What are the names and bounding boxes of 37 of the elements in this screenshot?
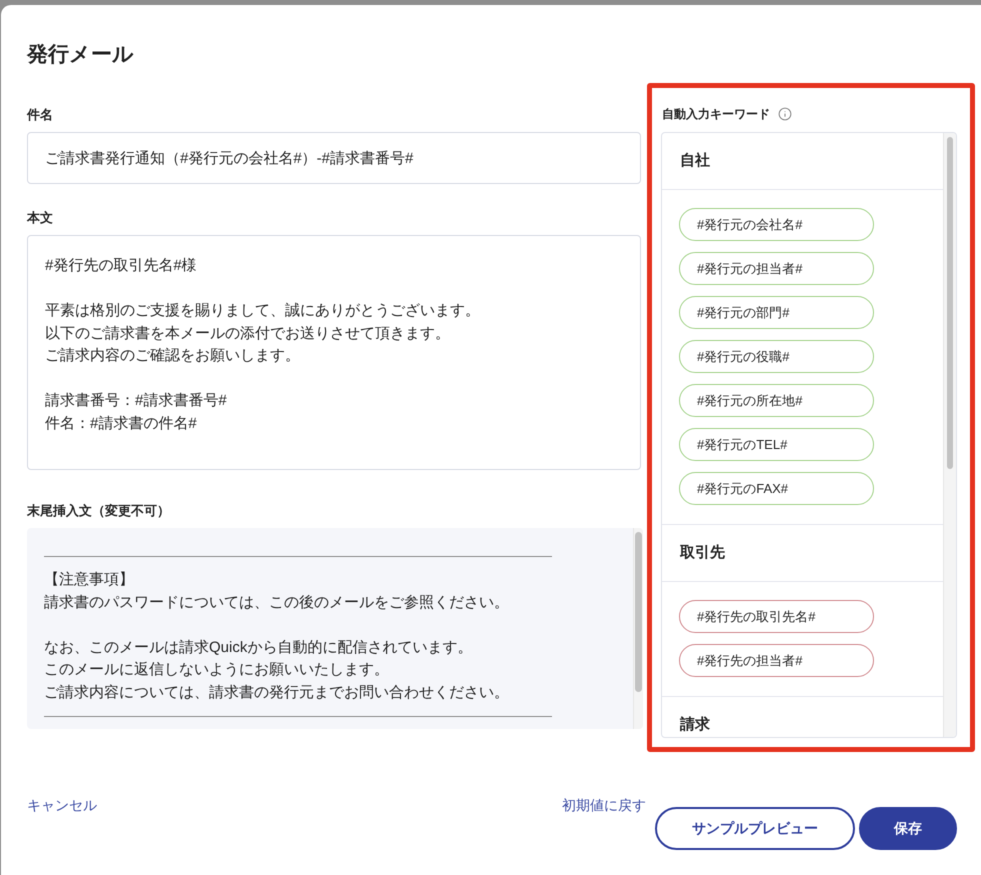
footer-note-line: このメールに返信しないようにお願いいたします。	[44, 660, 389, 680]
section-heading: 自社	[680, 152, 710, 170]
footer-note-line: 請求書のパスワードについては、この後のメールをご参照ください。	[44, 592, 509, 612]
keyword-chip[interactable]: #発行先の取引先名#	[679, 600, 874, 633]
keyword-chip[interactable]: #発行元の役職#	[679, 340, 874, 373]
body-text-line: 請求書番号：#請求書番号#	[45, 391, 227, 411]
footer-note-line: 【注意事項】	[44, 570, 134, 590]
keyword-chip[interactable]: #発行元の部門#	[679, 296, 874, 329]
info-icon[interactable]	[778, 107, 792, 121]
footer-note-line: なお、このメールは請求Quickから自動的に配信されています。	[44, 638, 472, 658]
scrollbar-thumb[interactable]	[947, 137, 953, 469]
body-field[interactable]: #発行先の取引先名#様 平素は格別のご支援を賜りまして、誠にありがとうございます。 以下のご請求書を本メールの添付でお送りさせて頂きます。 ご請求内容のご確認をお願いします。 請求書番号：#請求書番号# 件名：#請求書の件名#	[27, 235, 641, 470]
body-text-line: #発行先の取引先名#様	[45, 256, 197, 276]
body-text-line: ご請求内容のご確認をお願いします。	[45, 346, 300, 366]
section-heading: 請求	[680, 716, 710, 734]
body-text-line: 件名：#請求書の件名#	[45, 414, 197, 434]
keyword-chip[interactable]: #発行元の会社名#	[679, 208, 874, 241]
subject-field[interactable]: ご請求書発行通知（#発行元の会社名#）-#請求書番号#	[27, 132, 641, 184]
preview-button[interactable]: サンプルプレビュー	[655, 807, 855, 850]
keyword-chip[interactable]: #発行先の担当者#	[679, 644, 874, 677]
footer-note-line: ご請求内容については、請求書の発行元までお問い合わせください。	[44, 682, 509, 702]
body-text-line: 以下のご請求書を本メールの添付でお送りさせて頂きます。	[45, 324, 450, 344]
body-text-line: 平素は格別のご支援を賜りまして、誠にありがとうございます。	[45, 301, 480, 321]
field-label: 末尾挿入文（変更不可）	[27, 503, 170, 519]
reset-link[interactable]: 初期値に戻す	[562, 796, 646, 814]
keyword-chip[interactable]: #発行元のTEL#	[679, 428, 874, 461]
field-label: 件名	[27, 107, 53, 123]
field-label: 本文	[27, 210, 53, 226]
dialog-title: 発行メール	[27, 42, 134, 68]
cancel-link[interactable]: キャンセル	[27, 796, 97, 814]
section-heading: 取引先	[680, 544, 725, 562]
keyword-chip[interactable]: #発行元の担当者#	[679, 252, 874, 285]
keyword-chip[interactable]: #発行元のFAX#	[679, 472, 874, 505]
keywords-label: 自動入力キーワード	[662, 106, 770, 122]
scrollbar-thumb[interactable]	[635, 532, 642, 692]
keyword-chip[interactable]: #発行元の所在地#	[679, 384, 874, 417]
save-button[interactable]: 保存	[859, 807, 957, 850]
